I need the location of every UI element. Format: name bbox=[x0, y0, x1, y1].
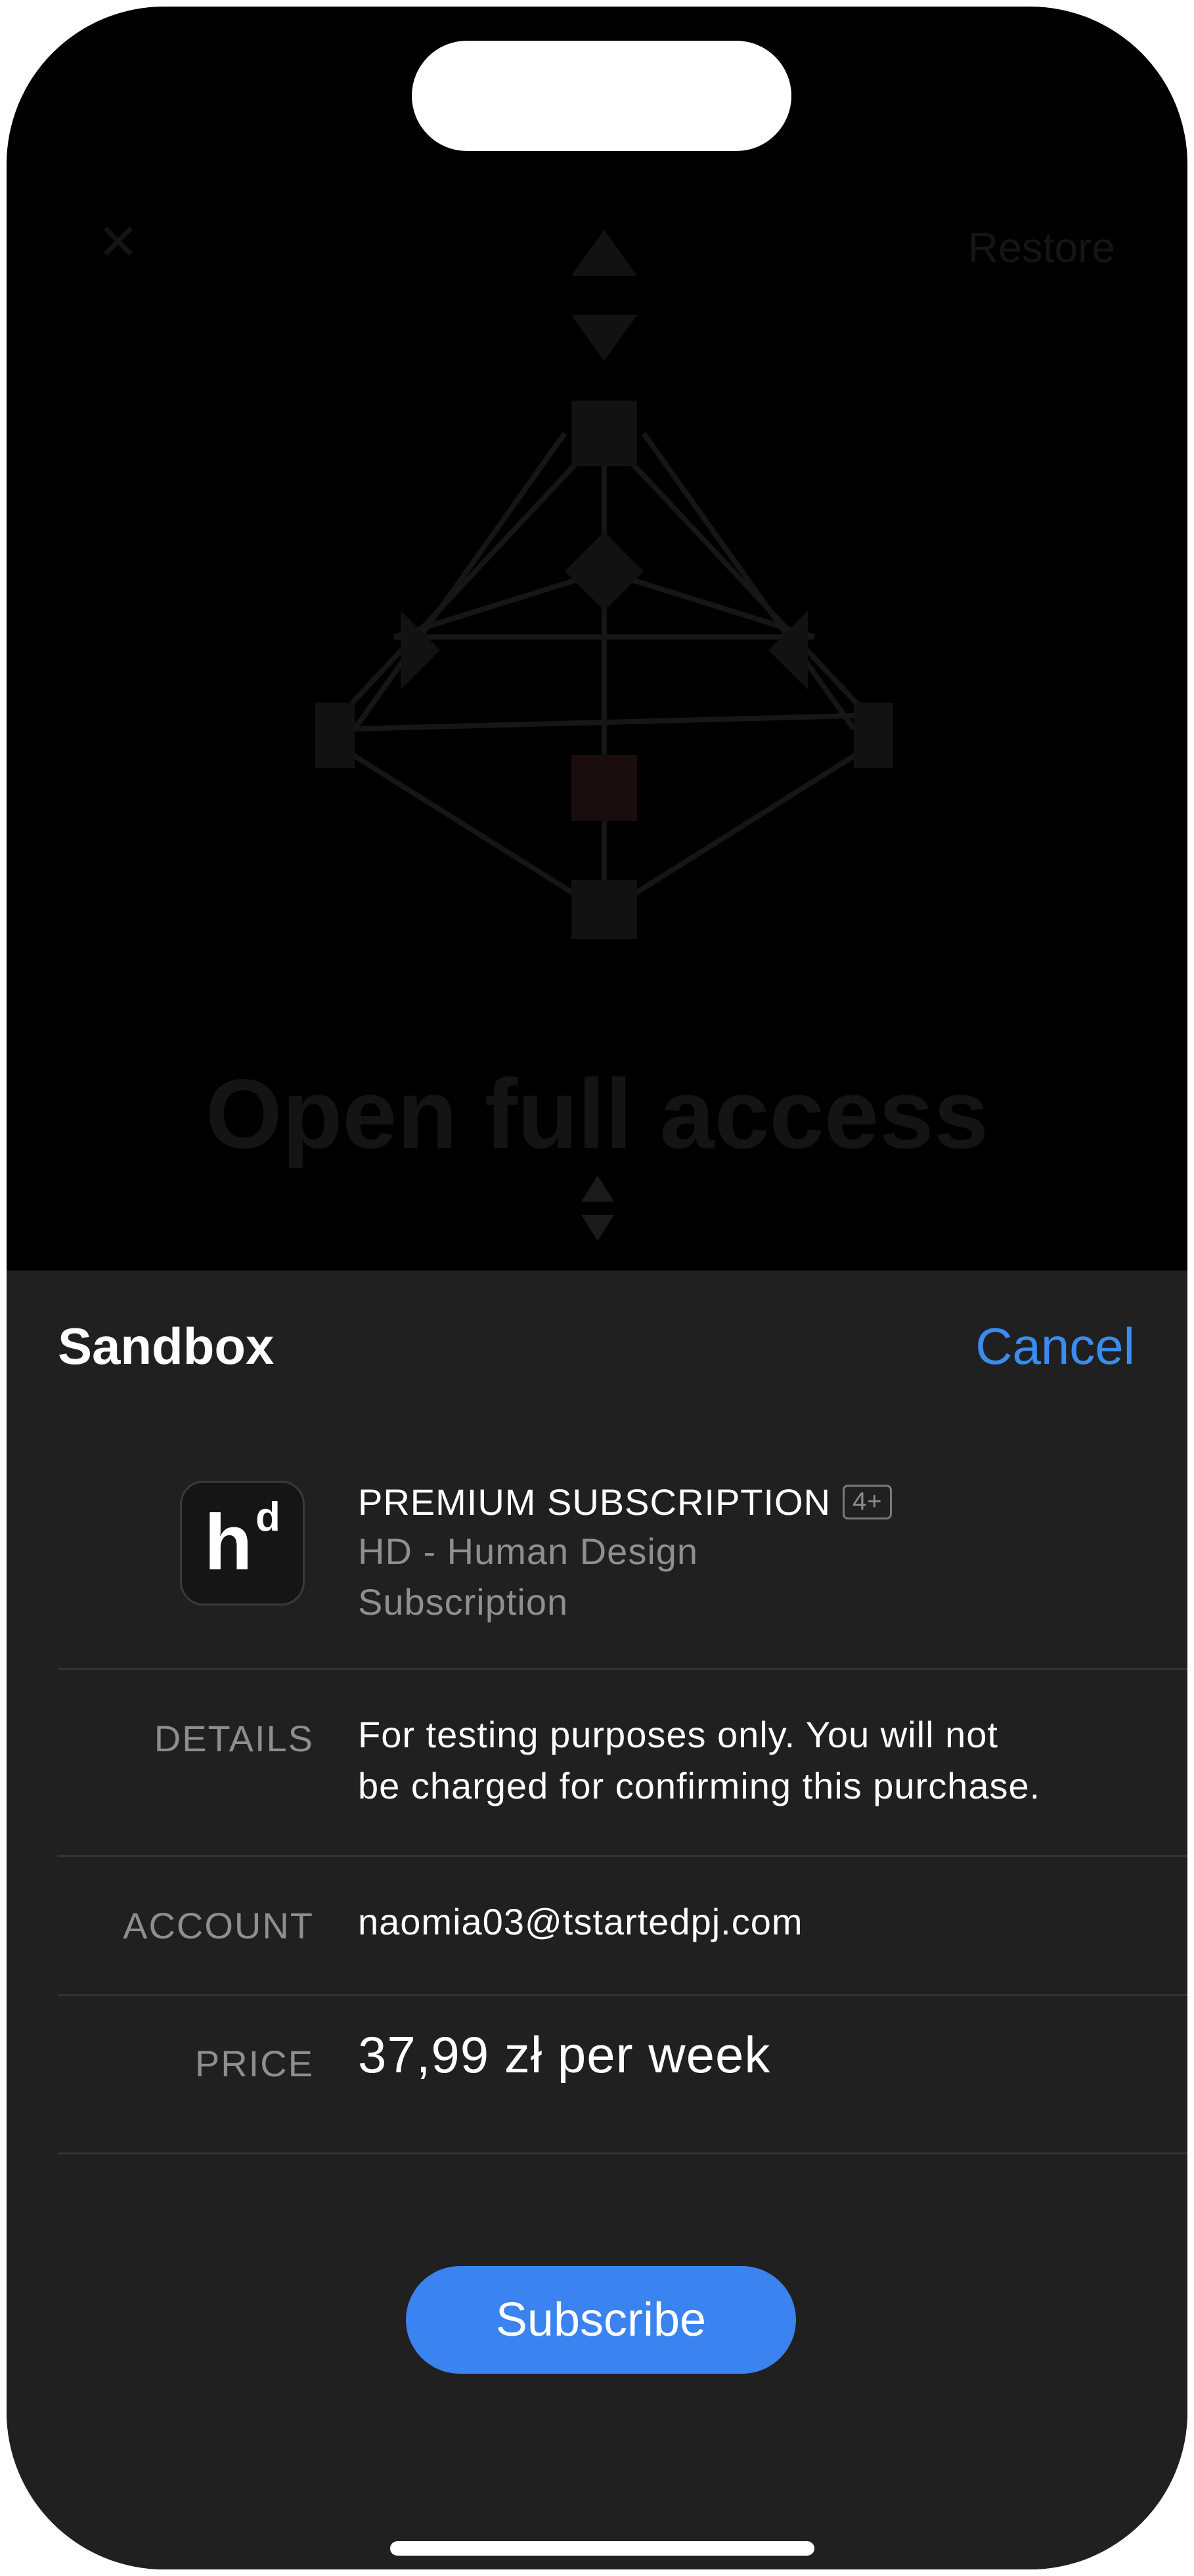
bodygraph-mini-icon bbox=[581, 1175, 614, 1241]
background-title: Open full access bbox=[205, 1059, 989, 1169]
divider bbox=[58, 1668, 1187, 1670]
details-line-2: be charged for confirming this purchase. bbox=[358, 1765, 1041, 1806]
sheet-title: Sandbox bbox=[58, 1317, 275, 1375]
divider bbox=[58, 2152, 1187, 2154]
divider bbox=[58, 1855, 1187, 1857]
account-email: naomia03@tstartedpj.com bbox=[358, 1901, 803, 1942]
details-label: DETAILS bbox=[154, 1718, 314, 1759]
product-name-line: PREMIUM SUBSCRIPTION 4+ bbox=[358, 1481, 893, 1523]
home-indicator[interactable] bbox=[390, 2541, 814, 2556]
hd-app-icon: h d bbox=[180, 1481, 305, 1605]
account-label: ACCOUNT bbox=[123, 1905, 314, 1946]
phone-screen: ✕ Restore Open full access Sandbox Cance… bbox=[7, 7, 1187, 2569]
subscribe-button[interactable]: Subscribe bbox=[406, 2266, 796, 2374]
details-text: For testing purposes only. You will not … bbox=[358, 1709, 1040, 1812]
payment-sheet: Sandbox Cancel h d PREMIUM SUBSCRIPTION 4… bbox=[7, 1271, 1187, 2569]
bodygraph-illustration bbox=[315, 230, 893, 939]
app-icon-letter-d: d bbox=[255, 1495, 280, 1540]
divider bbox=[58, 1994, 1187, 1996]
close-icon[interactable]: ✕ bbox=[92, 217, 144, 269]
price-label: PRICE bbox=[194, 2043, 314, 2084]
age-rating-badge: 4+ bbox=[843, 1485, 893, 1519]
subscription-type: Subscription bbox=[358, 1581, 569, 1623]
product-name: PREMIUM SUBSCRIPTION bbox=[358, 1481, 831, 1523]
cancel-button[interactable]: Cancel bbox=[975, 1317, 1135, 1376]
app-icon-letter-h: h bbox=[204, 1498, 253, 1586]
details-line-1: For testing purposes only. You will not bbox=[358, 1714, 998, 1755]
app-name: HD - Human Design bbox=[358, 1531, 699, 1572]
restore-button[interactable]: Restore bbox=[968, 223, 1115, 272]
price-value: 37,99 zł per week bbox=[358, 2026, 771, 2084]
dynamic-island bbox=[412, 41, 791, 151]
